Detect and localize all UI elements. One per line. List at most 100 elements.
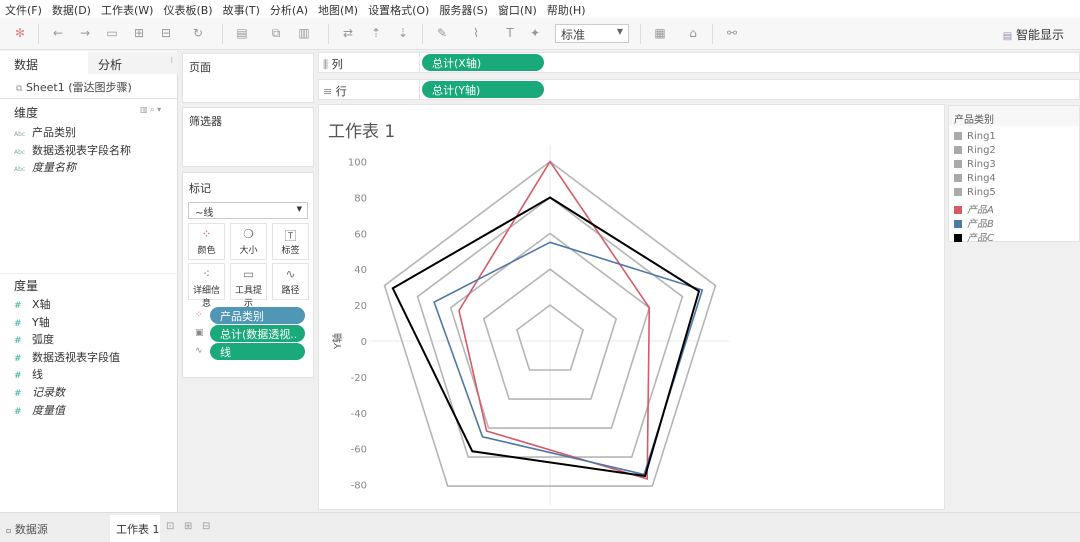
color-icon: ⁘ [201, 227, 212, 241]
path-icon: ∿ [195, 346, 203, 356]
fit-select[interactable]: 标准 ▼ [555, 24, 629, 43]
filters-card[interactable]: 筛选器 [182, 107, 314, 167]
forward-icon[interactable]: → [77, 26, 93, 40]
menu-item[interactable]: 帮助(H) [542, 0, 591, 18]
new-dashboard-icon[interactable]: ⊞ [184, 521, 192, 532]
legend-item[interactable]: Ring4 [954, 173, 996, 184]
measure-field[interactable]: # 数据透视表字段值 [14, 349, 120, 365]
label-icon: 🅃 [284, 229, 297, 243]
dimension-field[interactable]: Abc 产品类别 [14, 124, 76, 140]
new-datasource-icon[interactable]: ⊞ [131, 26, 147, 40]
rows-pill[interactable]: 总计(Y轴) [422, 81, 544, 98]
measure-field[interactable]: # 线 [14, 366, 43, 382]
legend-swatch [954, 220, 962, 228]
menu-item[interactable]: 工作表(W) [96, 0, 158, 18]
legend-item[interactable]: 产品C [954, 229, 994, 244]
measure-field[interactable]: # 弧度 [14, 331, 54, 347]
menu-item[interactable]: 服务器(S) [434, 0, 493, 18]
detail-button[interactable]: ⁖ 详细信息 [188, 263, 225, 309]
tooltip-button[interactable]: ▭ 工具提示 [230, 263, 267, 309]
path-pill[interactable]: 线 [210, 343, 305, 360]
group-icon[interactable]: ⌇ [468, 26, 484, 40]
color-pill[interactable]: 产品类别 [210, 307, 305, 324]
chart-area: 工作表 1 100 80 60 40 20 0 -20 -40 -60 -80 Y轴 [318, 104, 945, 510]
menu-item[interactable]: 仪表板(B) [158, 0, 217, 18]
menu-item[interactable]: 分析(A) [265, 0, 313, 18]
legend-item[interactable]: 产品A [954, 201, 994, 216]
datasource-tab[interactable]: ▫ 数据源 [6, 521, 48, 537]
size-button[interactable]: ❍ 大小 [230, 223, 267, 260]
measure-field[interactable]: # Y轴 [14, 314, 50, 330]
back-icon[interactable]: ← [50, 26, 66, 40]
legend-swatch [954, 206, 962, 214]
label-icon: ▣ [195, 328, 204, 338]
legend-item[interactable]: Ring1 [954, 131, 996, 142]
measure-field[interactable]: # 记录数 [14, 384, 65, 400]
menu-item[interactable]: 文件(F) [0, 0, 47, 18]
tab-analysis[interactable]: 分析 ⁝ [88, 52, 178, 74]
legend-title: 产品类别 [954, 115, 994, 126]
dimension-field[interactable]: Abc 数据透视表字段名称 [14, 142, 131, 158]
datasource-item[interactable]: ⧉ Sheet1 (雷达图步骤) [16, 79, 132, 95]
legend-swatch [954, 174, 962, 182]
share-icon[interactable]: ⚯ [724, 26, 740, 40]
pin-icon[interactable]: ✦ [527, 26, 543, 40]
label-icon[interactable]: T [502, 26, 518, 40]
columns-pill[interactable]: 总计(X轴) [422, 54, 544, 71]
legend-item[interactable]: Ring5 [954, 187, 996, 198]
refresh-icon[interactable]: ↻ [190, 26, 206, 40]
highlight-icon[interactable]: ✎ [434, 26, 450, 40]
clear-sheet-icon[interactable]: ▥ [296, 26, 312, 40]
smart-show-button[interactable]: ▤ 智能显示 [1003, 26, 1064, 43]
pause-updates-icon[interactable]: ⊟ [158, 26, 174, 40]
search-icon[interactable]: ▥ ⌕ ▾ [140, 105, 161, 115]
columns-label: ⫼ 列 [323, 58, 343, 71]
path-button[interactable]: ∿ 路径 [272, 263, 309, 300]
mark-type-select[interactable]: ∼线 ▼ [188, 202, 308, 219]
new-sheet-icon[interactable]: ▤ [234, 26, 250, 40]
show-cards-icon[interactable]: ▦ [652, 26, 668, 40]
new-worksheet-icon[interactable]: ⊡ [166, 521, 174, 532]
menu-item[interactable]: 数据(D) [47, 0, 96, 18]
color-button[interactable]: ⁘ 颜色 [188, 223, 225, 260]
toolbar: ✻ ← → ▭ ⊞ ⊟ ↻ ▤ ⧉ ▥ ⇄ ⇡ ⇣ ✎ ⌇ T ✦ 标准 ▼ ▦ … [0, 18, 1080, 50]
size-icon: ❍ [243, 227, 254, 241]
legend-item[interactable]: Ring3 [954, 159, 996, 170]
tab-data[interactable]: 数据 [0, 52, 88, 74]
swap-icon[interactable]: ⇄ [340, 26, 356, 40]
presentation-icon[interactable]: ⌂ [685, 26, 701, 40]
save-icon[interactable]: ▭ [104, 26, 120, 40]
y-tick-label: 60 [354, 229, 367, 240]
dimensions-header: 维度 [14, 106, 39, 120]
detail-icon: ⁖ [202, 267, 211, 281]
number-icon: # [14, 389, 22, 399]
tableau-logo-icon[interactable]: ✻ [12, 26, 28, 40]
legend-item[interactable]: 产品B [954, 215, 994, 230]
sort-asc-icon[interactable]: ⇡ [368, 26, 384, 40]
label-pill[interactable]: 总计(数据透视.. [210, 325, 305, 342]
duplicate-sheet-icon[interactable]: ⧉ [268, 26, 284, 41]
path-icon: ∿ [285, 267, 296, 281]
label-button[interactable]: 🅃 标签 [272, 223, 309, 260]
legend-item[interactable]: Ring2 [954, 145, 996, 156]
pages-card[interactable]: 页面 [182, 53, 314, 103]
sheet-tab[interactable]: 工作表 1 [110, 515, 160, 542]
radar-series-1 [433, 241, 704, 476]
rows-shelf[interactable]: ≡ 行 总计(Y轴) [318, 79, 1080, 100]
menu-item[interactable]: 设置格式(O) [363, 0, 434, 18]
menu-bar: 文件(F) 数据(D) 工作表(W) 仪表板(B) 故事(T) 分析(A) 地图(M) 设置格… [0, 0, 1080, 18]
measure-field[interactable]: # X轴 [14, 296, 51, 312]
number-icon: # [14, 301, 22, 311]
menu-item[interactable]: 窗口(N) [493, 0, 542, 18]
legend-swatch [954, 234, 962, 242]
measure-field[interactable]: # 度量值 [14, 402, 65, 418]
chevron-down-icon: ▼ [616, 27, 623, 36]
sort-desc-icon[interactable]: ⇣ [395, 26, 411, 40]
new-story-icon[interactable]: ⊟ [202, 521, 210, 532]
columns-shelf[interactable]: ⫼ 列 总计(X轴) [318, 52, 1080, 73]
dimension-field[interactable]: Abc 度量名称 [14, 159, 76, 175]
y-tick-label: 0 [361, 337, 367, 348]
menu-item[interactable]: 故事(T) [218, 0, 265, 18]
measures-header: 度量 [14, 279, 39, 293]
menu-item[interactable]: 地图(M) [313, 0, 363, 18]
